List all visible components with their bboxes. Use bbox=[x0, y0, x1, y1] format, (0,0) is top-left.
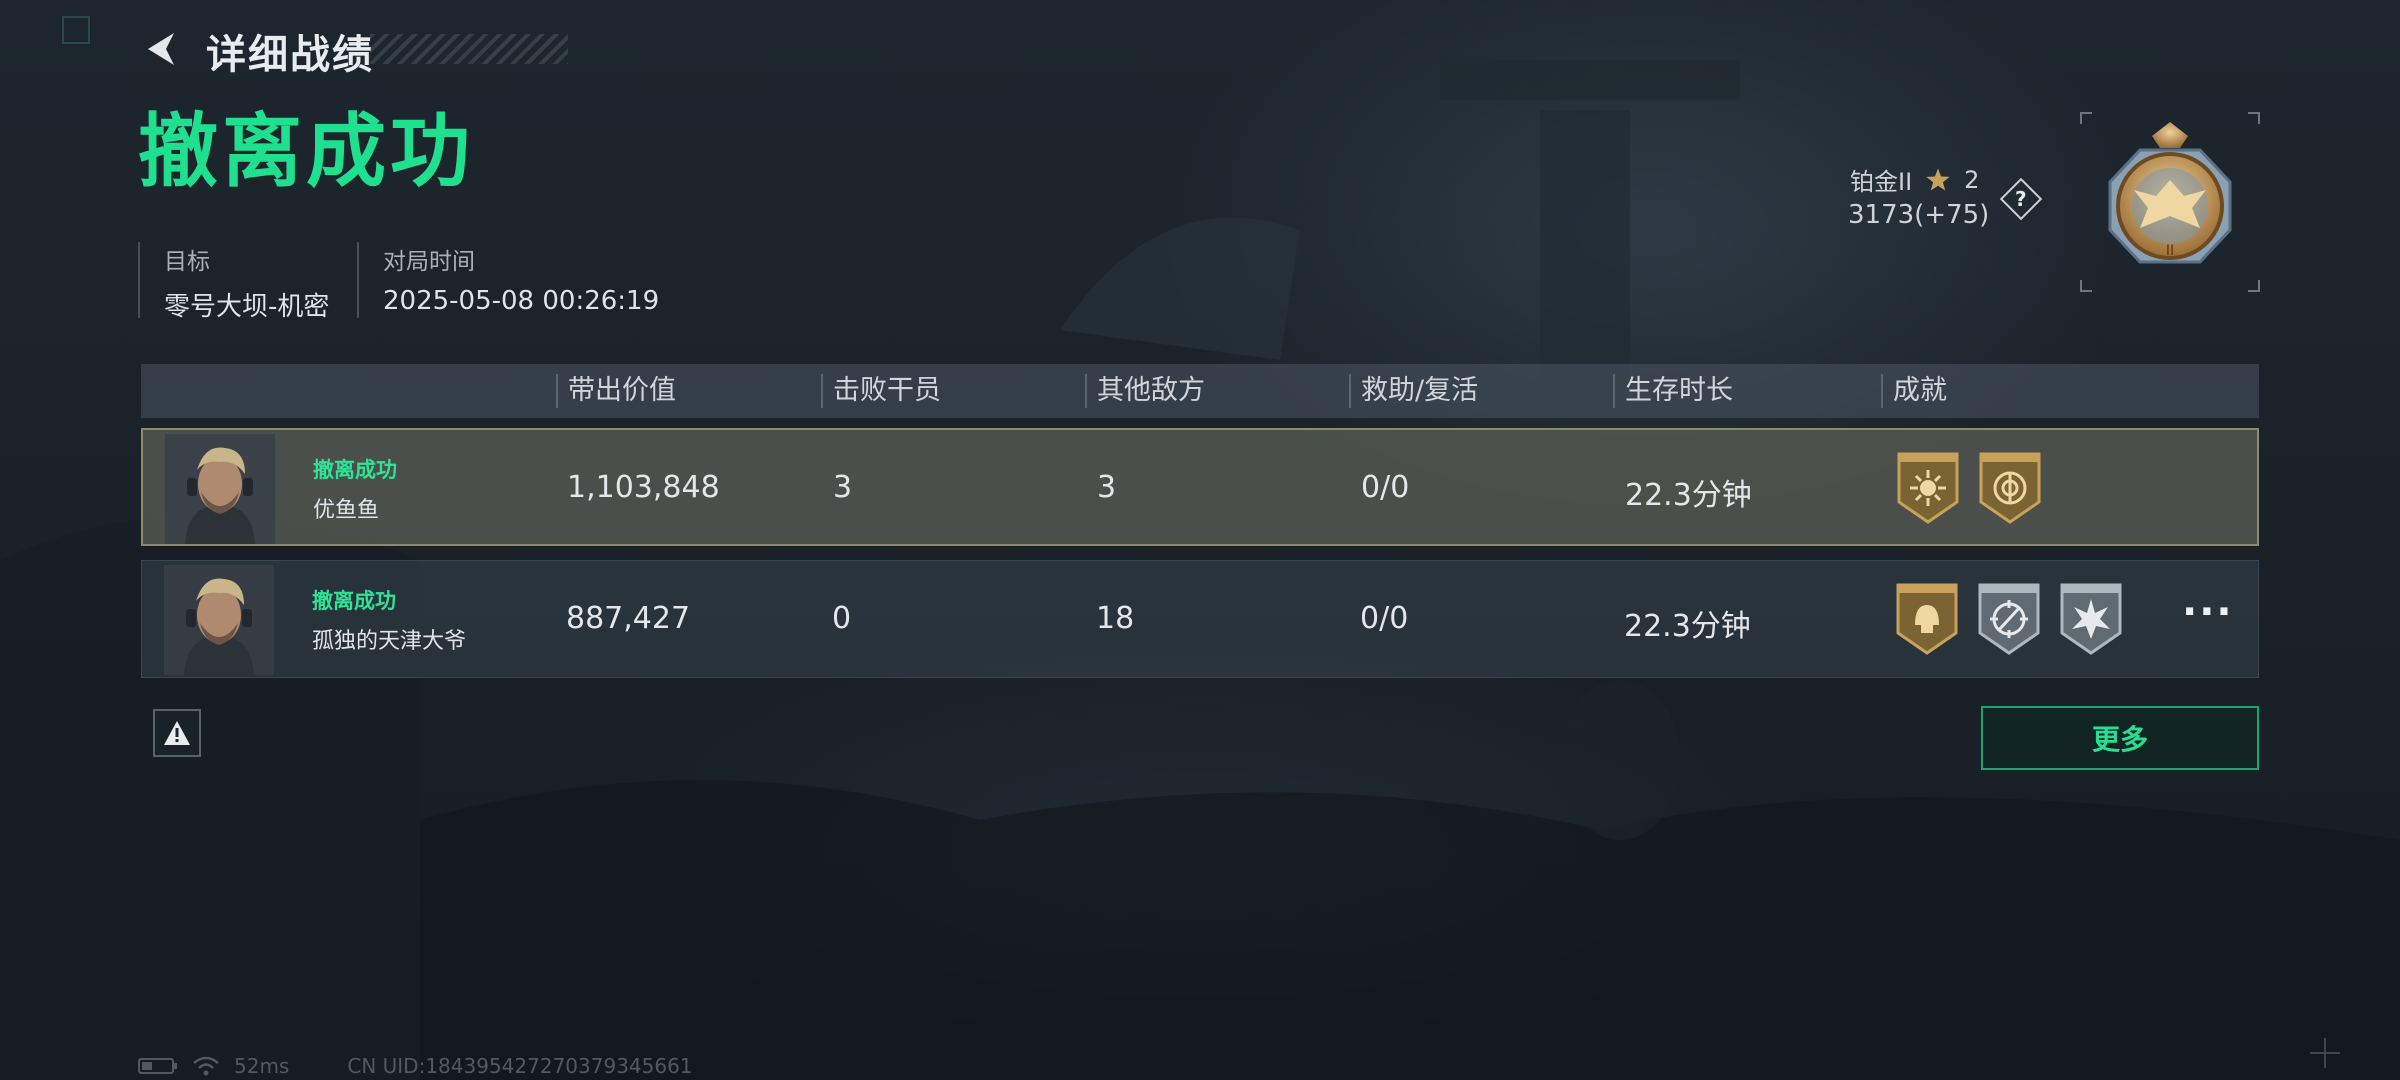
match-time-label: 对局时间 bbox=[383, 249, 475, 275]
helmet-achievement-icon[interactable] bbox=[1894, 581, 1960, 655]
target-info: 目标 零号大坝-机密 bbox=[138, 242, 329, 322]
survival-time: 22.3分钟 bbox=[1625, 478, 1752, 513]
more-button[interactable]: 更多 bbox=[1981, 706, 2259, 770]
back-arrow-icon bbox=[148, 33, 174, 65]
star-icon bbox=[1926, 167, 1950, 190]
column-header-achievements: 成就 bbox=[1881, 374, 1947, 408]
wifi-icon bbox=[193, 1056, 219, 1076]
survival-time: 22.3分钟 bbox=[1624, 609, 1751, 644]
other-enemies-count: 18 bbox=[1096, 601, 1135, 636]
avatar bbox=[165, 434, 275, 544]
table-row[interactable]: 撤离成功 优鱼鱼 1,103,848 3 3 0/0 22.3分钟 bbox=[141, 428, 2259, 546]
burst-achievement-icon[interactable] bbox=[2058, 581, 2124, 655]
rank-badge[interactable]: II bbox=[2080, 112, 2260, 292]
svg-text:II: II bbox=[2166, 243, 2174, 259]
target-value: 零号大坝-机密 bbox=[164, 292, 330, 322]
kills-count: 0 bbox=[832, 601, 852, 636]
page-title: 详细战绩 bbox=[206, 32, 374, 78]
extracted-value: 887,427 bbox=[566, 601, 691, 636]
rank-name-row: 铂金II 2 bbox=[1850, 162, 1979, 197]
title-decoration bbox=[370, 34, 568, 64]
stats-table-header: 带出价值 击败干员 其他敌方 救助/复活 生存时长 成就 bbox=[141, 364, 2259, 418]
back-button[interactable] bbox=[134, 20, 190, 78]
rank-name: 铂金II bbox=[1850, 168, 1913, 196]
battery-icon bbox=[138, 1058, 177, 1074]
result-title: 撤离成功 bbox=[138, 105, 474, 198]
player-name: 优鱼鱼 bbox=[313, 498, 380, 523]
avatar bbox=[164, 565, 274, 675]
match-time-info: 对局时间 2025-05-08 00:26:19 bbox=[357, 242, 659, 318]
warning-icon bbox=[164, 721, 190, 745]
report-button[interactable] bbox=[153, 709, 201, 757]
column-header-kills: 击败干员 bbox=[821, 374, 941, 408]
extraction-status: 撤离成功 bbox=[312, 589, 396, 613]
ping-value: 52ms bbox=[234, 1054, 290, 1078]
extracted-value: 1,103,848 bbox=[567, 470, 720, 505]
help-icon[interactable]: ? bbox=[1999, 177, 2043, 221]
match-time-value: 2025-05-08 00:26:19 bbox=[383, 286, 660, 316]
eagle-emblem-icon: II bbox=[2108, 122, 2232, 264]
status-bar: 52ms CN UID:184395427270379345661 bbox=[138, 1054, 693, 1078]
user-uid: CN UID:184395427270379345661 bbox=[347, 1054, 693, 1078]
corner-plus-icon bbox=[2310, 1038, 2340, 1068]
assists-count: 0/0 bbox=[1360, 601, 1409, 636]
extraction-status: 撤离成功 bbox=[313, 458, 397, 482]
more-options-button[interactable]: ··· bbox=[2182, 589, 2234, 635]
assists-count: 0/0 bbox=[1361, 470, 1410, 505]
crosshair-achievement-icon[interactable] bbox=[1976, 581, 2042, 655]
sun-achievement-icon[interactable] bbox=[1895, 450, 1961, 524]
rank-stars: 2 bbox=[1964, 165, 1980, 194]
table-row[interactable]: 撤离成功 孤独的天津大爷 887,427 0 18 0/0 22.3分钟 ··· bbox=[141, 560, 2259, 678]
player-name: 孤独的天津大爷 bbox=[312, 629, 467, 654]
other-enemies-count: 3 bbox=[1097, 470, 1117, 505]
column-header-other-enemies: 其他敌方 bbox=[1085, 374, 1205, 408]
circle-achievement-icon[interactable] bbox=[1977, 450, 2043, 524]
kills-count: 3 bbox=[833, 470, 853, 505]
column-header-survival: 生存时长 bbox=[1613, 374, 1733, 408]
rank-score: 3173(+75) bbox=[1848, 200, 1990, 230]
target-label: 目标 bbox=[164, 249, 210, 275]
column-header-assists: 救助/复活 bbox=[1349, 374, 1478, 408]
corner-frame bbox=[62, 16, 90, 44]
column-header-value: 带出价值 bbox=[556, 374, 676, 408]
